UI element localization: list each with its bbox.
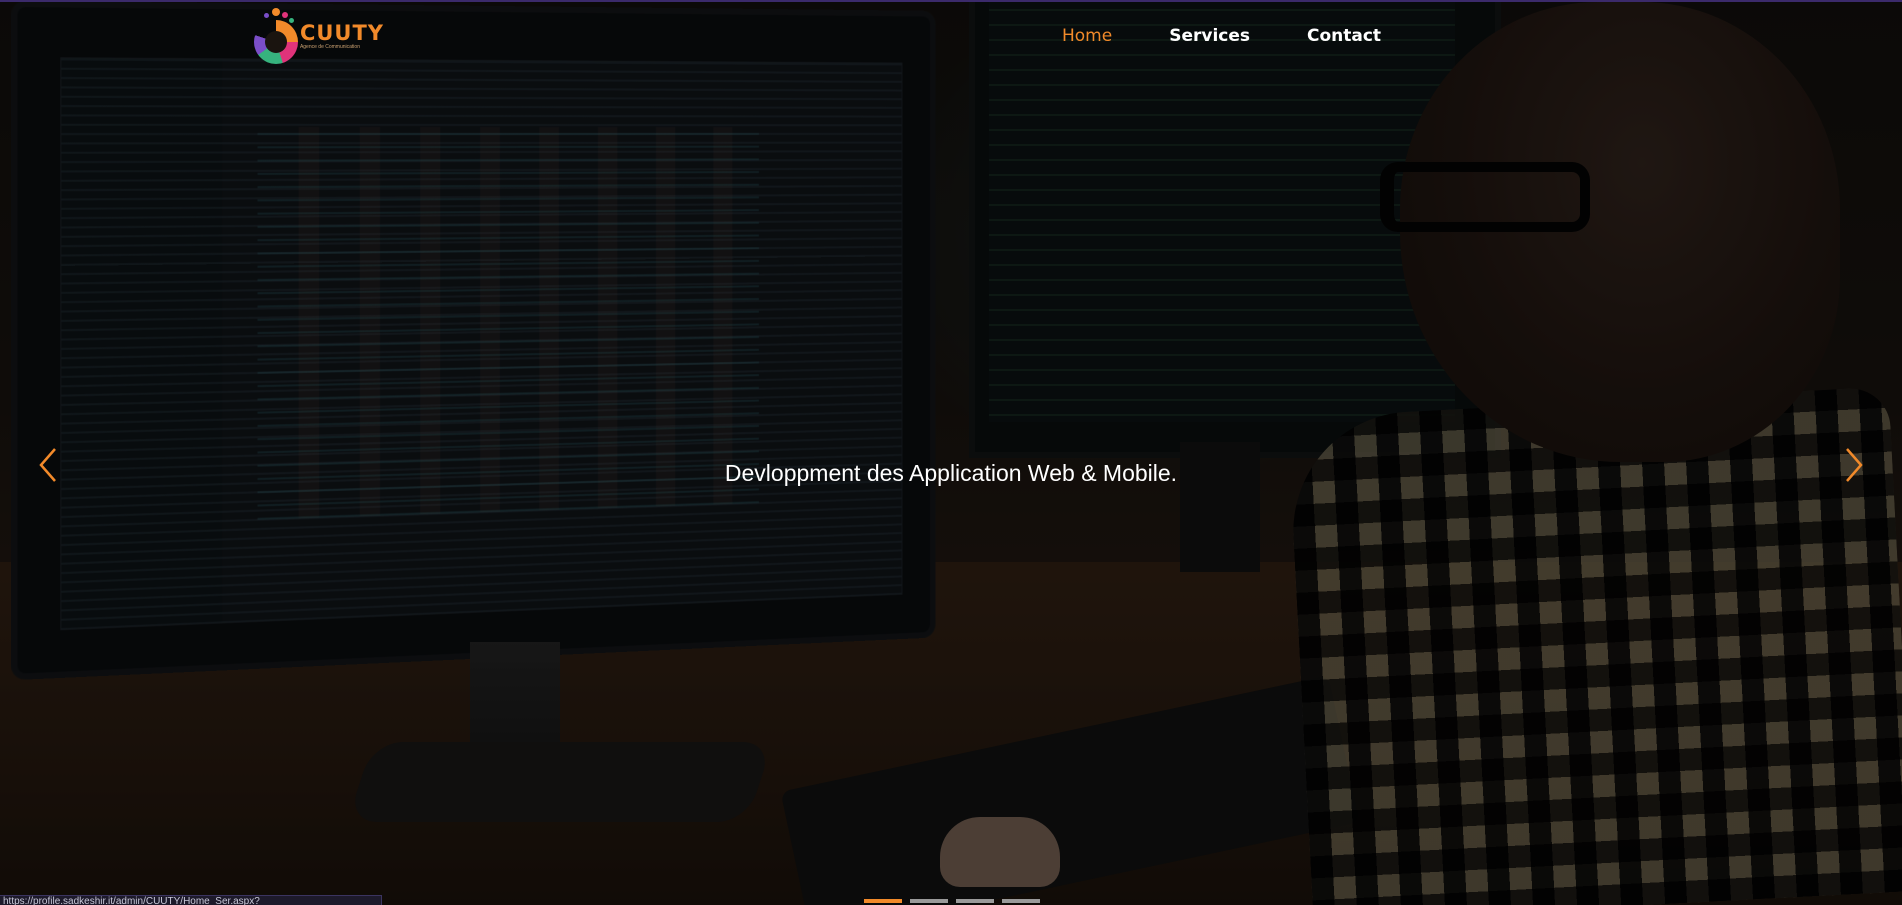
brand-logo[interactable]: CUUTY Agence de Communication [254,8,384,64]
brand-tagline: Agence de Communication [299,44,360,50]
carousel-prev-button[interactable] [28,440,68,490]
carousel-indicator[interactable] [910,899,948,903]
chevron-left-icon [39,448,56,482]
nav-link-home[interactable]: Home [1062,26,1112,46]
carousel-caption: Devloppment des Application Web & Mobile… [724,460,1178,486]
nav-link-services[interactable]: Services [1169,26,1250,46]
carousel-indicator[interactable] [1002,899,1040,903]
carousel-indicators [864,899,1040,903]
nav-link-contact[interactable]: Contact [1307,26,1381,46]
navbar: CUUTY Agence de Communication Home Servi… [0,0,1902,75]
carousel-next-button[interactable] [1834,440,1874,490]
carousel-indicator[interactable] [956,899,994,903]
hero-carousel [0,0,1902,905]
chevron-right-icon [1846,448,1863,482]
browser-status-url: https://profile.sadkeshir.it/admin/CUUTY… [0,895,382,905]
carousel-indicator[interactable] [864,899,902,903]
logo-mark-icon [254,8,298,64]
brand-name: CUUTY [299,21,384,45]
nav-links: Home Services Contact [1062,26,1381,46]
hero-dark-overlay [0,2,1902,905]
